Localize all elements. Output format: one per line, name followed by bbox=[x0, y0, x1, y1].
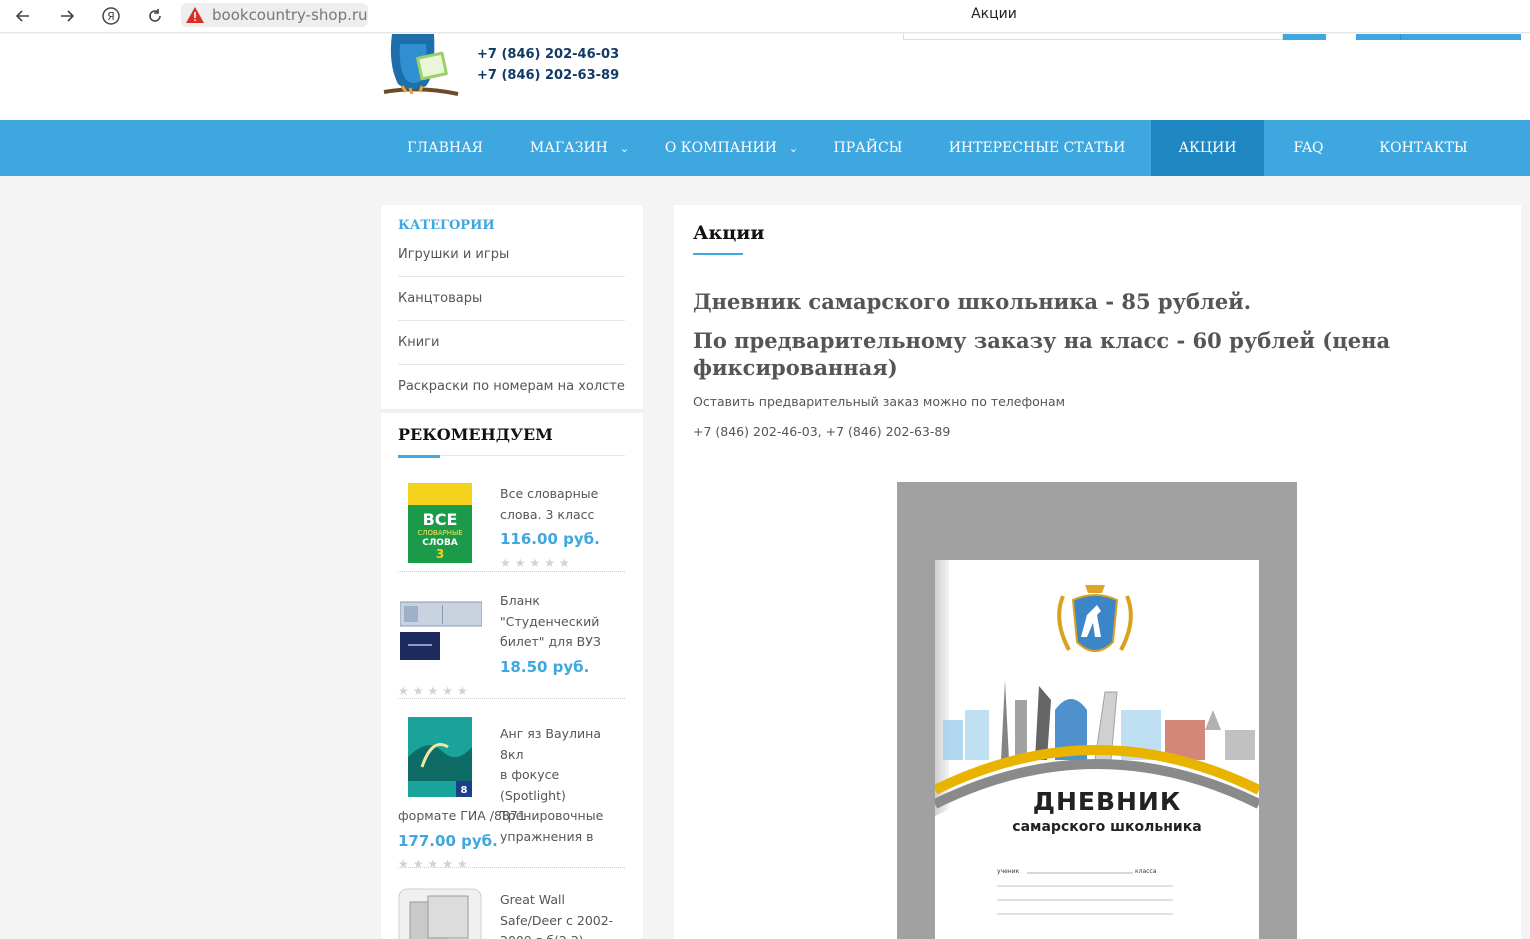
product-item[interactable]: Great Wall Safe/Deer с 2002- 2009 г.б(2.… bbox=[398, 868, 625, 939]
phone-1[interactable]: +7 (846) 202-46-03 bbox=[477, 44, 619, 65]
product-image-car-mat[interactable] bbox=[398, 888, 482, 939]
product-image-spotlight[interactable]: 8 bbox=[408, 717, 472, 797]
category-item[interactable]: Канцтовары bbox=[398, 277, 625, 321]
product-name[interactable]: Great Wall Safe/Deer с 2002- 2009 г.б(2.… bbox=[500, 890, 625, 939]
promo-text: Оставить предварительный заказ можно по … bbox=[693, 394, 1066, 409]
nav-item-faq[interactable]: FAQ bbox=[1264, 120, 1353, 176]
cart-button[interactable] bbox=[1356, 34, 1521, 40]
diary-illustration: ученик класса bbox=[935, 585, 1259, 939]
category-item[interactable]: Раскраски по номерам на холсте bbox=[398, 365, 625, 409]
product-image-dictionary[interactable]: ВСЕ СЛОВАРНЫЕ СЛОВА 3 bbox=[408, 483, 472, 563]
title-accent bbox=[693, 253, 743, 255]
product-item[interactable]: Бланк "Студенческий билет" для ВУЗ 18.50… bbox=[398, 572, 625, 699]
svg-text:3: 3 bbox=[436, 547, 444, 561]
promo-heading-1: Дневник самарского школьника - 85 рублей… bbox=[693, 289, 1252, 314]
product-image-student-card[interactable] bbox=[400, 596, 482, 660]
browser-toolbar: Я bookcountry-shop.ru Акции bbox=[0, 0, 1530, 33]
header-phones: +7 (846) 202-46-03 +7 (846) 202-63-89 bbox=[477, 44, 619, 86]
recommend-heading: РЕКОМЕНДУЕМ bbox=[398, 425, 553, 444]
product-price: 177.00 руб. bbox=[398, 832, 498, 850]
product-name[interactable]: Анг яз Ваулина 8кл в фокусе (Spotlight) … bbox=[500, 724, 625, 847]
svg-text:СЛОВАРНЫЕ: СЛОВАРНЫЕ bbox=[417, 529, 462, 537]
heading-accent bbox=[398, 455, 440, 458]
category-item[interactable]: Игрушки и игры bbox=[398, 246, 625, 277]
diary-title: ДНЕВНИК bbox=[1032, 787, 1182, 816]
main-content: Акции Дневник самарского школьника - 85 … bbox=[674, 205, 1521, 939]
search-button[interactable] bbox=[1283, 34, 1326, 40]
categories-heading: КАТЕГОРИИ bbox=[398, 218, 495, 233]
main-nav: ГЛАВНАЯ МАГАЗИН ⌄ О КОМПАНИИ ⌄ ПРАЙСЫ ИНТЕ… bbox=[0, 120, 1530, 176]
phone-2[interactable]: +7 (846) 202-63-89 bbox=[477, 65, 619, 86]
class-field-label: класса bbox=[1135, 868, 1157, 875]
category-item[interactable]: Книги bbox=[398, 321, 625, 365]
chevron-down-icon: ⌄ bbox=[619, 141, 630, 155]
nav-item-prices[interactable]: ПРАЙСЫ bbox=[813, 120, 923, 176]
samara-coat-of-arms-icon bbox=[1057, 585, 1133, 652]
search-input[interactable] bbox=[903, 34, 1283, 40]
rating-stars: ★★★★★ bbox=[500, 556, 574, 570]
nav-item-promotions[interactable]: АКЦИИ bbox=[1151, 120, 1264, 176]
rating-stars: ★★★★★ bbox=[398, 684, 472, 698]
nav-item-articles[interactable]: ИНТЕРЕСНЫЕ СТАТЬИ bbox=[923, 120, 1151, 176]
chevron-down-icon: ⌄ bbox=[788, 141, 799, 155]
nav-item-about[interactable]: О КОМПАНИИ ⌄ bbox=[650, 120, 813, 176]
site-header: +7 (846) 202-46-03 +7 (846) 202-63-89 bbox=[0, 34, 1530, 120]
product-item[interactable]: 8 Анг яз Ваулина 8кл в фокусе (Spotlight… bbox=[398, 699, 625, 871]
promo-phones: +7 (846) 202-46-03, +7 (846) 202-63-89 bbox=[693, 424, 951, 439]
page-title: Акции bbox=[693, 222, 765, 244]
nav-item-contacts[interactable]: КОНТАКТЫ bbox=[1353, 120, 1494, 176]
product-name[interactable]: Бланк "Студенческий билет" для ВУЗ bbox=[500, 591, 625, 653]
product-price: 18.50 руб. bbox=[500, 658, 590, 676]
diary-cover-image[interactable]: ученик класса ДНЕВНИК самарского школьни… bbox=[897, 482, 1297, 939]
nav-item-shop[interactable]: МАГАЗИН ⌄ bbox=[509, 120, 650, 176]
product-price: 116.00 руб. bbox=[500, 530, 600, 548]
nav-item-home[interactable]: ГЛАВНАЯ bbox=[381, 120, 509, 176]
owl-logo[interactable] bbox=[380, 34, 460, 96]
svg-text:ВСЕ: ВСЕ bbox=[423, 510, 458, 529]
page-tab-title: Акции bbox=[971, 6, 1017, 22]
product-name[interactable]: Все словарные слова. 3 класс bbox=[500, 484, 625, 525]
diary-subtitle: самарского школьника bbox=[1012, 819, 1202, 835]
sidebar-divider bbox=[381, 409, 643, 413]
product-item[interactable]: ВСЕ СЛОВАРНЫЕ СЛОВА 3 Все словарные слов… bbox=[398, 475, 625, 572]
product-name-cont[interactable]: формате ГИА /8871 bbox=[398, 806, 625, 827]
promo-heading-2: По предварительному заказу на класс - 60… bbox=[693, 328, 1391, 380]
svg-text:8: 8 bbox=[461, 785, 468, 796]
student-field-label: ученик bbox=[997, 868, 1020, 875]
sidebar: КАТЕГОРИИ Игрушки и игры Канцтовары Книг… bbox=[381, 205, 643, 939]
